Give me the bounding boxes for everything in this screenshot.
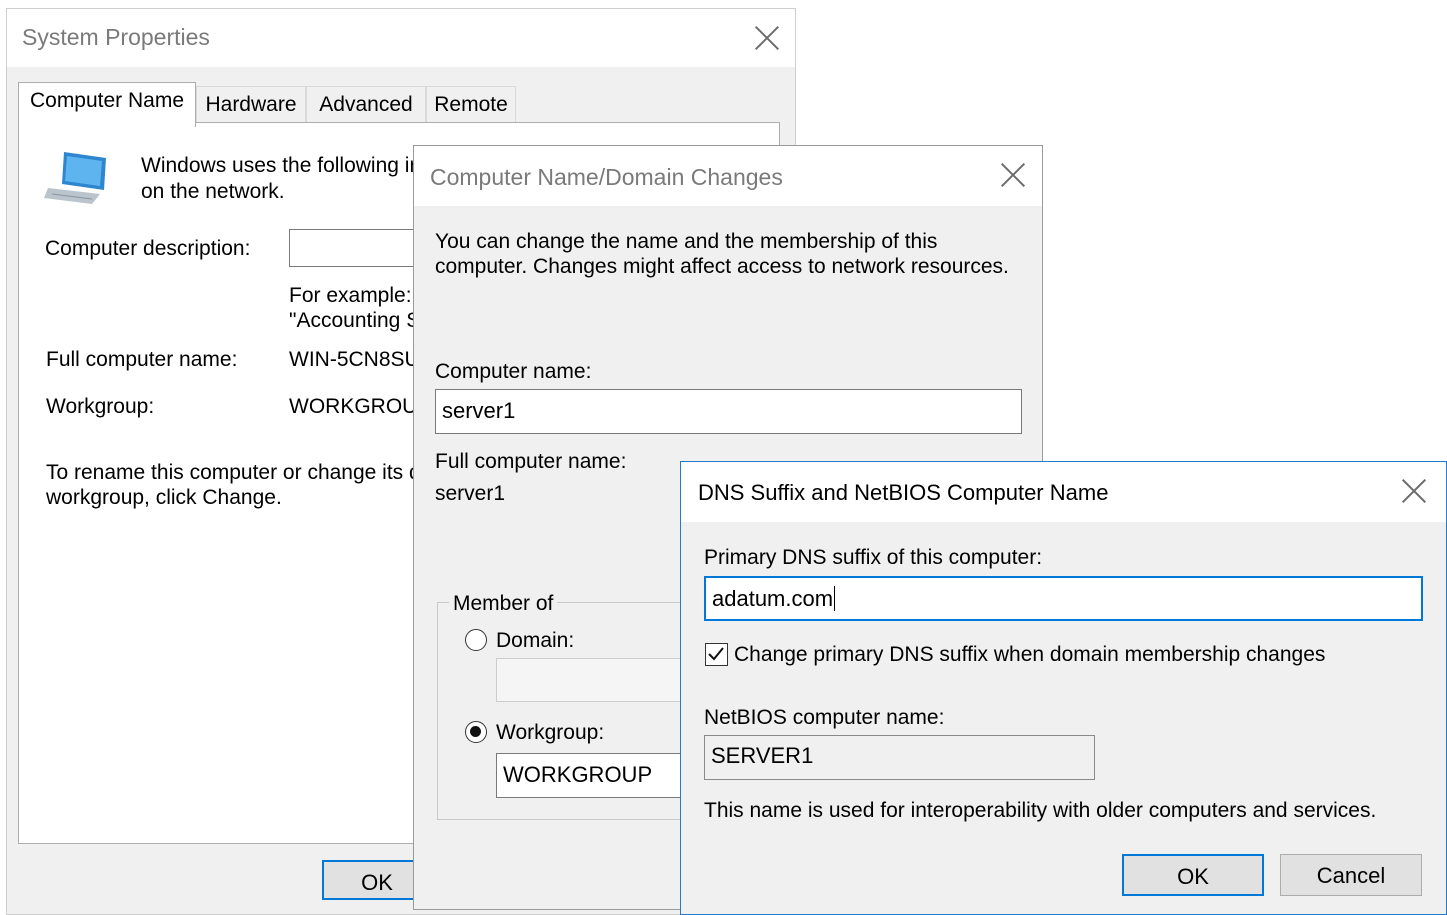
text-cursor: ​ xyxy=(834,586,836,611)
dns-suffix-close-icon[interactable] xyxy=(1401,478,1427,504)
domain-changes-close-icon[interactable] xyxy=(1000,162,1026,188)
netbios-input: SERVER1 xyxy=(704,735,1095,780)
domain-radio[interactable] xyxy=(465,629,487,651)
computer-name-input-value: server1 xyxy=(442,398,516,423)
tab-hardware-label: Hardware xyxy=(205,93,297,116)
domain-changes-title: Computer Name/Domain Changes xyxy=(430,164,783,190)
netbios-input-value: SERVER1 xyxy=(711,743,814,768)
computer-name-input[interactable]: server1 xyxy=(435,389,1022,434)
member-of-label: Member of xyxy=(449,592,558,616)
dns-cancel-button[interactable]: Cancel xyxy=(1280,854,1422,896)
primary-suffix-input-value: adatum.com xyxy=(712,586,834,611)
system-properties-close-icon[interactable] xyxy=(754,25,780,51)
domain-changes-desc-line-1: You can change the name and the membersh… xyxy=(435,230,938,253)
workgroup-radio[interactable] xyxy=(465,721,487,743)
system-properties-ok-label: OK xyxy=(361,870,393,895)
tab-hardware[interactable]: Hardware xyxy=(196,86,306,122)
computer-description-input[interactable] xyxy=(289,229,419,267)
tab-advanced-label: Advanced xyxy=(319,93,413,116)
tab-remote-label: Remote xyxy=(434,93,508,116)
computer-name-label: Computer name: xyxy=(435,360,592,383)
workgroup-radio-label: Workgroup: xyxy=(496,721,605,744)
dns-ok-button[interactable]: OK xyxy=(1122,854,1264,896)
primary-suffix-label: Primary DNS suffix of this computer: xyxy=(704,546,1043,569)
change-suffix-checkbox[interactable] xyxy=(705,643,728,666)
netbios-label: NetBIOS computer name: xyxy=(704,706,945,729)
tab-computer-name-label: Computer Name xyxy=(29,89,185,112)
domain-input[interactable] xyxy=(496,658,696,702)
primary-suffix-input[interactable]: adatum.com​ xyxy=(704,576,1423,621)
dns-suffix-window: DNS Suffix and NetBIOS Computer Name Pri… xyxy=(680,461,1447,915)
system-properties-title: System Properties xyxy=(22,24,210,50)
tab-remote[interactable]: Remote xyxy=(426,86,516,122)
checkmark-icon xyxy=(708,647,724,661)
dns-ok-label: OK xyxy=(1177,864,1209,889)
dns-suffix-title: DNS Suffix and NetBIOS Computer Name xyxy=(698,480,1109,505)
domain-radio-label: Domain: xyxy=(496,629,575,652)
full-computer-name-value-2: server1 xyxy=(435,482,506,505)
workgroup-input-value: WORKGROUP xyxy=(503,762,653,787)
domain-changes-desc-line-2: computer. Changes might affect access to… xyxy=(435,255,1009,278)
tab-computer-name[interactable]: Computer Name xyxy=(18,82,196,127)
full-computer-name-label-2: Full computer name: xyxy=(435,450,627,473)
change-suffix-label: Change primary DNS suffix when domain me… xyxy=(734,643,1326,666)
dns-cancel-label: Cancel xyxy=(1316,863,1386,888)
workgroup-input[interactable]: WORKGROUP xyxy=(496,753,696,798)
netbios-info-text: This name is used for interoperability w… xyxy=(704,799,1377,822)
tab-advanced[interactable]: Advanced xyxy=(306,86,426,122)
